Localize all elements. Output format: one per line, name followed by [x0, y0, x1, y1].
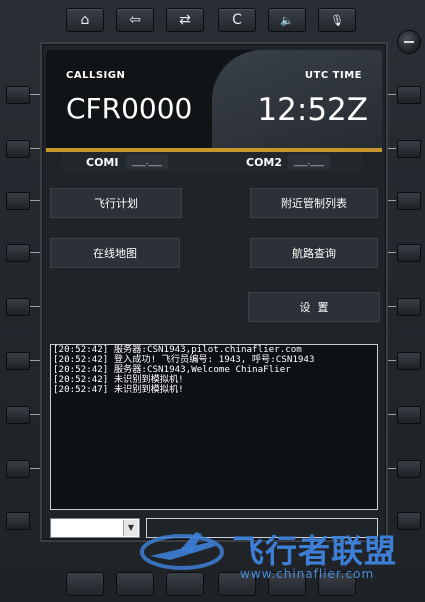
- mic-icon: 🎙: [330, 13, 344, 27]
- utc-time-value: 12:52Z: [257, 92, 368, 128]
- fmc-screen: CALLSIGN CFR0000 UTC TIME 12:52Z COMI __…: [40, 42, 388, 542]
- route-query-button[interactable]: 航路查询: [250, 238, 378, 268]
- lsk-right-3[interactable]: [397, 192, 421, 210]
- airplane-logo-icon: [140, 532, 224, 570]
- watermark-url: www.chinaflier.com: [240, 567, 375, 581]
- lsk-left-9[interactable]: [6, 512, 30, 530]
- com2-frequency[interactable]: ___.___: [288, 155, 330, 169]
- lsk-right-8[interactable]: [397, 460, 421, 478]
- lsk-right-5[interactable]: [397, 298, 421, 316]
- flight-plan-button[interactable]: 飞行计划: [50, 188, 182, 218]
- lsk-left-4[interactable]: [6, 244, 30, 262]
- clear-button[interactable]: C: [218, 8, 256, 32]
- lsk-left-3[interactable]: [6, 192, 30, 210]
- fmc-bezel: ⌂ ⇦ ⇄ C 🔈 🎙 CALLSIGN CFR0000 UTC TIME 12…: [0, 0, 425, 602]
- lsk-left-5[interactable]: [6, 298, 30, 316]
- lsk-right-4[interactable]: [397, 244, 421, 262]
- brightness-knob[interactable]: [397, 30, 421, 54]
- nearby-atc-button[interactable]: 附近管制列表: [250, 188, 378, 218]
- com1-label: COMI: [86, 156, 119, 169]
- bottom-button-1[interactable]: [66, 572, 104, 596]
- lsk-right-6[interactable]: [397, 352, 421, 370]
- lsk-left-1[interactable]: [6, 86, 30, 104]
- mic-button[interactable]: 🎙: [318, 8, 356, 32]
- utc-time-label: UTC TIME: [304, 70, 362, 81]
- speaker-button[interactable]: 🔈: [268, 8, 306, 32]
- callsign-label: CALLSIGN: [66, 70, 126, 81]
- settings-button[interactable]: 设 置: [248, 292, 380, 322]
- lsk-right-7[interactable]: [397, 406, 421, 424]
- home-button[interactable]: ⌂: [66, 8, 104, 32]
- callsign-value: CFR0000: [66, 92, 193, 125]
- back-button[interactable]: ⇦: [116, 8, 154, 32]
- channel-select[interactable]: ▼: [50, 518, 140, 538]
- watermark: 飞行者联盟 www.chinaflier.com: [140, 520, 420, 588]
- com2-label: COM2: [246, 156, 283, 169]
- home-icon: ⌂: [80, 12, 90, 28]
- log-line: [20:52:47] 未识别到模拟机!: [53, 384, 184, 395]
- back-arrow-icon: ⇦: [129, 12, 141, 28]
- message-log[interactable]: [20:52:42] 服务器:CSN1943,pilot.chinaflier.…: [50, 344, 378, 510]
- speaker-icon: 🔈: [280, 13, 294, 27]
- lsk-left-8[interactable]: [6, 460, 30, 478]
- lsk-left-2[interactable]: [6, 140, 30, 158]
- clear-label: C: [232, 12, 242, 28]
- lsk-right-2[interactable]: [397, 140, 421, 158]
- online-map-button[interactable]: 在线地图: [50, 238, 180, 268]
- lsk-left-7[interactable]: [6, 406, 30, 424]
- lsk-left-6[interactable]: [6, 352, 30, 370]
- swap-button[interactable]: ⇄: [166, 8, 204, 32]
- lsk-right-1[interactable]: [397, 86, 421, 104]
- com-frequency-bar: COMI ___.___ COM2 ___.___: [62, 152, 362, 172]
- com1-frequency[interactable]: ___.___: [126, 155, 168, 169]
- swap-icon: ⇄: [179, 12, 191, 28]
- dropdown-arrow-icon[interactable]: ▼: [123, 520, 138, 536]
- watermark-title: 飞行者联盟: [232, 532, 398, 570]
- status-header: CALLSIGN CFR0000 UTC TIME 12:52Z: [46, 50, 382, 150]
